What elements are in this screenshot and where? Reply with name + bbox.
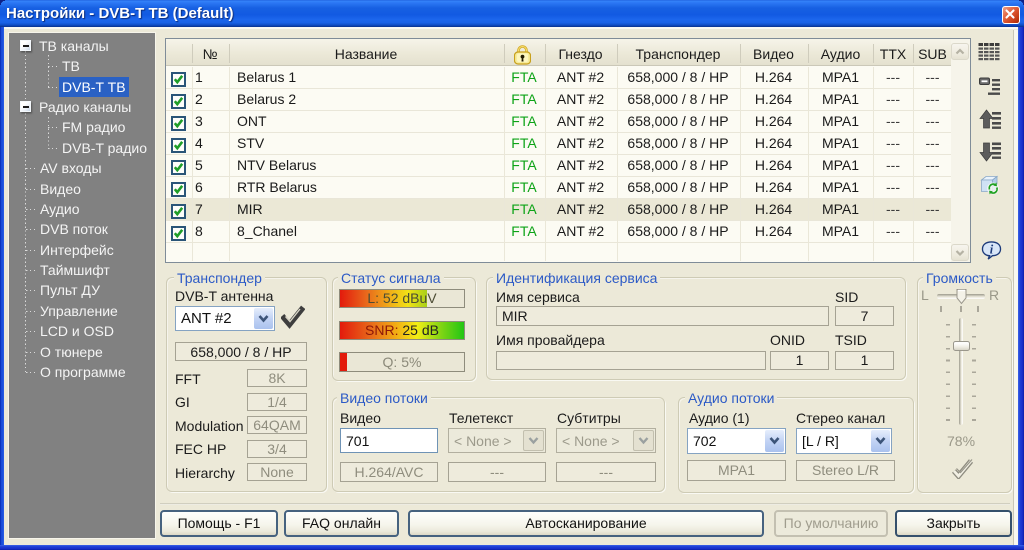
svg-text:i: i	[990, 242, 994, 256]
